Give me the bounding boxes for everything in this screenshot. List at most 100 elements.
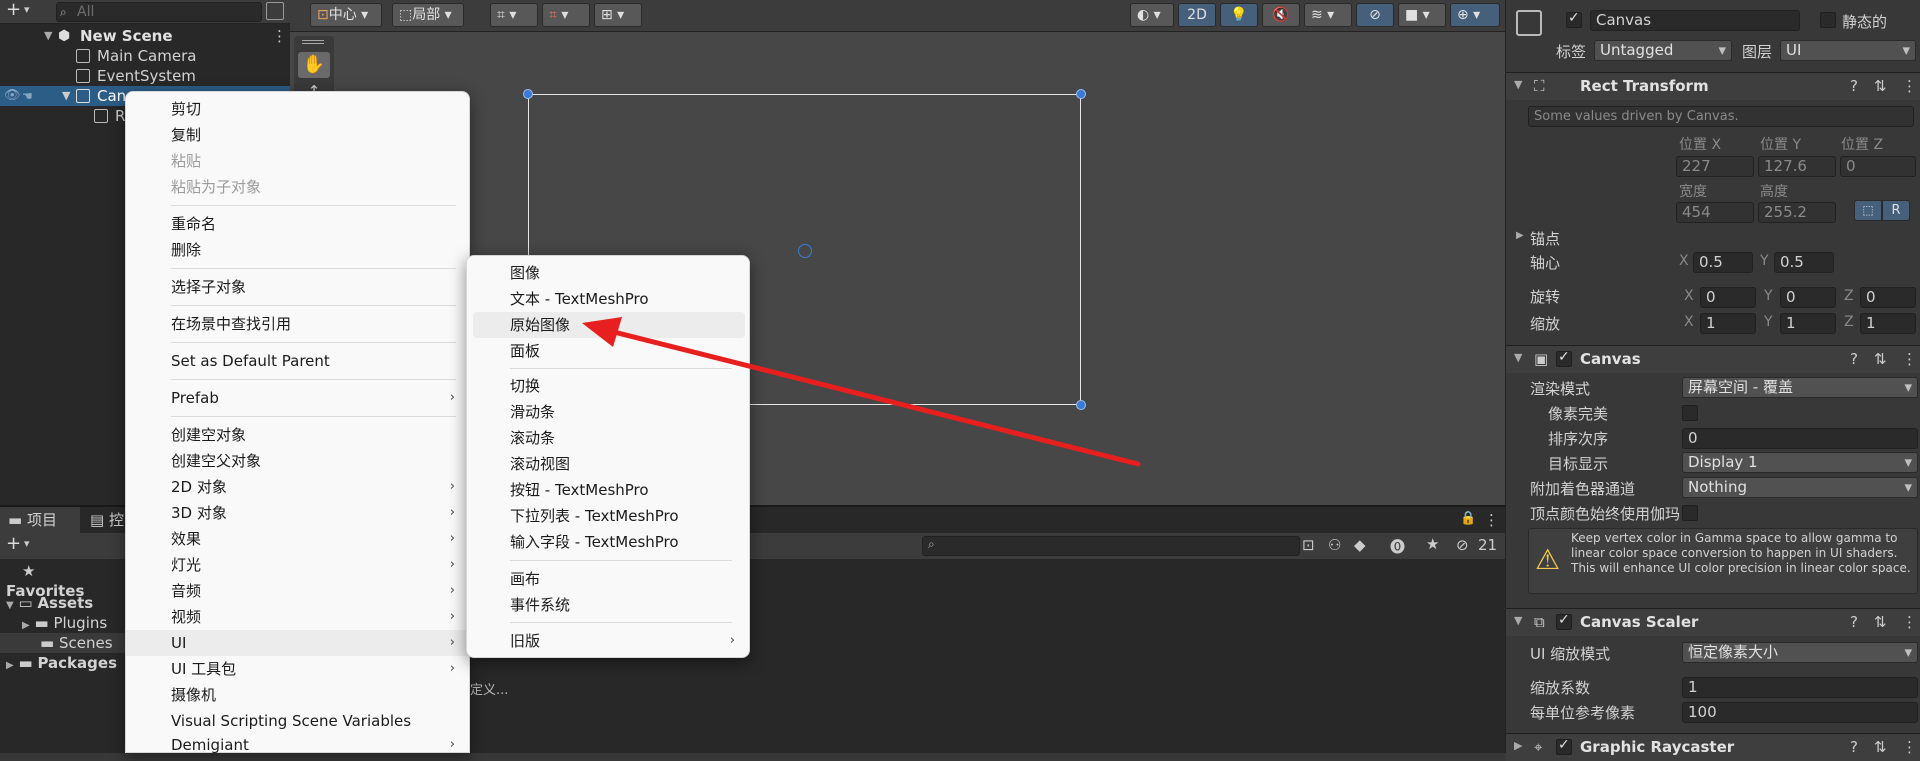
menu-item-paste-as-child[interactable]: 粘贴为子对象 [126, 174, 469, 200]
pivot-center-button[interactable]: ⊡中心 ▾ [310, 3, 382, 27]
more-icon[interactable]: ⋮ [1484, 511, 1499, 529]
scale-factor-field[interactable]: 1 [1682, 677, 1918, 698]
project-plugins[interactable]: ▶ ▬ Plugins [0, 613, 120, 633]
rotation-z-field[interactable]: 0 [1860, 287, 1916, 308]
submenu-item-event-system[interactable]: 事件系统 [467, 592, 749, 618]
visibility-eye-icon[interactable]: 👁 [4, 86, 21, 106]
hierarchy-item-scene[interactable]: ▼ ⬢ New Scene ⋮ [0, 26, 290, 46]
menu-item-ui[interactable]: UI › [126, 630, 469, 656]
tab-console[interactable]: ▤ 控 [84, 507, 124, 533]
menu-item-find-references[interactable]: 在场景中查找引用 [126, 311, 469, 337]
help-icon[interactable]: ? [1850, 738, 1858, 756]
submenu-item-panel[interactable]: 面板 [467, 338, 749, 364]
menu-item-demigiant[interactable]: Demigiant › [126, 734, 469, 754]
scale-mode-dropdown[interactable]: 恒定像素大小 [1682, 642, 1918, 663]
pivot-x-field[interactable]: 0.5 [1693, 252, 1753, 273]
rect-handle-bottom-right[interactable] [1076, 400, 1086, 410]
submenu-item-image[interactable]: 图像 [467, 260, 749, 286]
tab-project[interactable]: ▬ 项目 [0, 507, 80, 533]
pos-z-field[interactable]: 0 [1840, 156, 1916, 177]
menu-item-audio[interactable]: 音频 › [126, 578, 469, 604]
target-display-dropdown[interactable]: Display 1 [1682, 452, 1918, 473]
add-icon[interactable]: + [6, 533, 21, 554]
scale-z-field[interactable]: 1 [1860, 313, 1916, 334]
chevron-down-icon[interactable]: ▾ [24, 537, 30, 550]
project-packages[interactable]: ▶ ▬ Packages [0, 653, 125, 673]
menu-item-light[interactable]: 灯光 › [126, 552, 469, 578]
hierarchy-search-input[interactable]: ⌕ All [56, 2, 262, 22]
more-icon[interactable]: ⋮ [1902, 613, 1917, 631]
menu-item-2d-object[interactable]: 2D 对象 › [126, 474, 469, 500]
canvas-component-header[interactable]: ▼ ▣ Canvas ? ⇅ ⋮ [1506, 345, 1920, 373]
rect-handle-top-left[interactable] [523, 89, 533, 99]
submenu-item-canvas[interactable]: 画布 [467, 566, 749, 592]
project-favorites[interactable]: ★ Favorites [0, 561, 120, 600]
submenu-item-scroll-view[interactable]: 滚动视图 [467, 451, 749, 477]
pivot-y-field[interactable]: 0.5 [1774, 252, 1834, 273]
menu-item-ui-toolkit[interactable]: UI 工具包 › [126, 656, 469, 682]
expand-icon[interactable] [266, 2, 284, 20]
menu-item-effects[interactable]: 效果 › [126, 526, 469, 552]
menu-item-delete[interactable]: 删除 [126, 237, 469, 263]
menu-item-prefab[interactable]: Prefab › [126, 385, 469, 411]
presets-icon[interactable]: ⇅ [1874, 350, 1887, 368]
tool-palette-grip[interactable] [302, 40, 324, 44]
mode-2d-button[interactable]: 2D [1178, 3, 1216, 27]
submenu-item-toggle[interactable]: 切换 [467, 373, 749, 399]
pixel-perfect-checkbox[interactable] [1682, 405, 1698, 421]
filter-label-icon[interactable]: ◆ [1354, 536, 1366, 554]
submenu-item-legacy[interactable]: 旧版 › [467, 628, 749, 654]
rect-transform-header[interactable]: ▼ ⛶ Rect Transform ? ⇅ ⋮ [1506, 72, 1920, 100]
tag-dropdown[interactable]: Untagged [1594, 40, 1732, 61]
sort-order-field[interactable]: 0 [1682, 428, 1918, 449]
menu-item-visual-scripting[interactable]: Visual Scripting Scene Variables [126, 708, 469, 734]
project-assets[interactable]: ▼ ▭ Assets [0, 593, 120, 613]
menu-item-rename[interactable]: 重命名 [126, 211, 469, 237]
warning-filter-icon[interactable]: ⓿ [1390, 536, 1405, 557]
effects-button[interactable]: ≋ ▾ [1304, 3, 1352, 27]
hierarchy-item-main-camera[interactable]: Main Camera [0, 46, 290, 66]
active-checkbox[interactable] [1566, 10, 1582, 28]
camera-button[interactable]: ■ ▾ [1398, 3, 1446, 27]
graphic-raycaster-header[interactable]: ▶ ⌖ Graphic Raycaster ? ⇅ ⋮ [1506, 733, 1920, 761]
triangle-down-icon[interactable]: ▼ [44, 26, 52, 46]
grid-snap-button[interactable]: ⌗ ▾ [490, 3, 538, 27]
object-name-field[interactable]: Canvas [1590, 10, 1800, 31]
menu-item-cut[interactable]: 剪切 [126, 96, 469, 122]
presets-icon[interactable]: ⇅ [1874, 613, 1887, 631]
submenu-item-scrollbar[interactable]: 滚动条 [467, 425, 749, 451]
menu-item-3d-object[interactable]: 3D 对象 › [126, 500, 469, 526]
raw-edit-button[interactable]: R [1882, 200, 1910, 221]
rotation-y-field[interactable]: 0 [1780, 287, 1836, 308]
submenu-item-text-tmp[interactable]: 文本 - TextMeshPro [467, 286, 749, 312]
vertex-color-checkbox[interactable] [1682, 505, 1698, 521]
gizmos-button[interactable]: ⊕ ▾ [1450, 3, 1500, 27]
help-icon[interactable]: ? [1850, 350, 1858, 368]
menu-item-create-empty-parent[interactable]: 创建空父对象 [126, 448, 469, 474]
ref-pixels-field[interactable]: 100 [1682, 702, 1918, 723]
pivot-local-button[interactable]: ⬚局部 ▾ [392, 3, 464, 27]
canvas-enabled-checkbox[interactable] [1556, 349, 1572, 367]
blueprint-mode-button[interactable]: ⬚ [1854, 200, 1882, 221]
hierarchy-item-eventsystem[interactable]: EventSystem [0, 66, 290, 86]
menu-item-create-empty[interactable]: 创建空对象 [126, 422, 469, 448]
pivot-handle[interactable] [798, 244, 812, 258]
menu-item-paste[interactable]: 粘贴 [126, 148, 469, 174]
render-mode-dropdown[interactable]: 屏幕空间 - 覆盖 [1682, 377, 1918, 398]
rotation-x-field[interactable]: 0 [1700, 287, 1756, 308]
more-icon[interactable]: ⋮ [272, 26, 287, 46]
presets-icon[interactable]: ⇅ [1874, 738, 1887, 756]
canvas-scaler-enabled-checkbox[interactable] [1556, 612, 1572, 630]
scale-y-field[interactable]: 1 [1780, 313, 1836, 334]
favorites-star-icon[interactable]: ★ [1426, 535, 1439, 553]
static-checkbox[interactable] [1820, 12, 1836, 28]
triangle-right-icon[interactable]: ▶ [1516, 230, 1524, 241]
submenu-item-raw-image[interactable]: 原始图像 [473, 312, 745, 338]
project-scenes[interactable]: ▬ Scenes [0, 633, 125, 653]
menu-item-copy[interactable]: 复制 [126, 122, 469, 148]
menu-item-set-default-parent[interactable]: Set as Default Parent [126, 348, 469, 374]
triangle-down-icon[interactable]: ▼ [62, 86, 70, 106]
audio-toggle-button[interactable]: 🔇 [1262, 3, 1300, 27]
submenu-item-slider[interactable]: 滑动条 [467, 399, 749, 425]
menu-item-select-children[interactable]: 选择子对象 [126, 274, 469, 300]
